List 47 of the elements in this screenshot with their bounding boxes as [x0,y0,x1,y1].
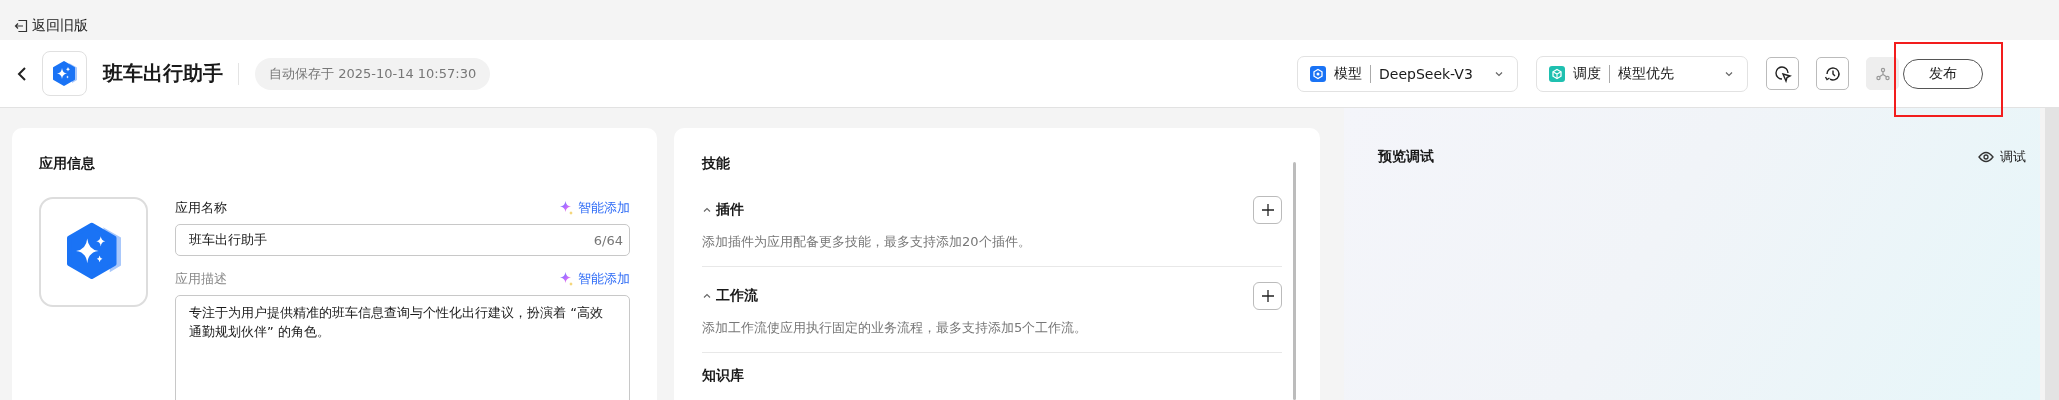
app-title: 班车出行助手 [103,60,223,87]
history-icon [1823,64,1842,83]
exit-icon [14,19,28,33]
smart-add-link[interactable]: 智能添加 [559,270,630,288]
field-value: 班车出行助手 [189,231,267,249]
app-avatar[interactable] [39,197,148,307]
cube-icon [1310,65,1326,82]
skill-section-title[interactable]: 知识库 [702,367,1282,385]
selector-value: DeepSeek-V3 [1379,65,1474,82]
selector-label: 调度 [1573,64,1601,83]
add-button[interactable] [1253,282,1282,310]
sparkle-icon [559,200,574,216]
name-field[interactable]: 班车出行助手 6/64 [175,224,630,256]
eye-icon [1978,151,1994,163]
selector-label: 模型 [1334,64,1362,83]
plus-icon [1261,204,1274,216]
skill-section-title[interactable]: 插件 [716,201,1253,219]
character-count: 6/64 [593,232,623,248]
cube-icon [1549,65,1565,82]
back-icon [17,65,27,82]
pointer-icon [1773,64,1792,83]
description-field[interactable]: 专注于为用户提供精准的班车信息查询与个性化出行建议，扮演着 “高效通勤规划伙伴” 的角色。 [175,295,630,400]
section-description: 添加工作流使应用执行固定的业务流程，最多支持添加5个工作流。 [702,319,1089,337]
toolbar-button[interactable] [1766,57,1799,90]
debug-link[interactable]: 调试 [1978,148,2026,166]
section-description: 添加插件为应用配备更多技能，最多支持添加20个插件。 [702,233,1032,251]
field-label: 应用名称 [175,199,227,217]
page-scrollbar[interactable] [2045,108,2059,400]
field-label: 应用描述 [175,270,227,288]
schedule-selector[interactable]: 调度 模型优先 [1536,55,1748,92]
field-value: 专注于为用户提供精准的班车信息查询与个性化出行建议，扮演着 “高效通勤规划伙伴” 的角色。 [189,305,603,339]
add-button[interactable] [1253,196,1282,224]
selector-value: 模型优先 [1618,64,1675,83]
section-title: 应用信息 [39,155,96,173]
scrollbar[interactable] [1293,162,1296,400]
panel-title: 预览调试 [1378,148,1434,166]
toolbar-button[interactable] [1816,57,1849,90]
nodes-icon [1874,65,1891,82]
back-to-old-version-link[interactable]: 返回旧版 [14,17,88,35]
section-title: 技能 [702,155,731,173]
model-selector[interactable]: 模型 DeepSeek-V3 [1297,55,1518,92]
skill-section-title[interactable]: 工作流 [716,287,1253,305]
autosave-status: 自动保存于 2025-10-14 10:57:30 [255,57,491,90]
publish-button[interactable]: 发布 [1903,58,1983,89]
smart-add-link[interactable]: 智能添加 [559,199,630,217]
sparkle-icon [559,271,574,287]
plus-icon [1261,290,1274,302]
